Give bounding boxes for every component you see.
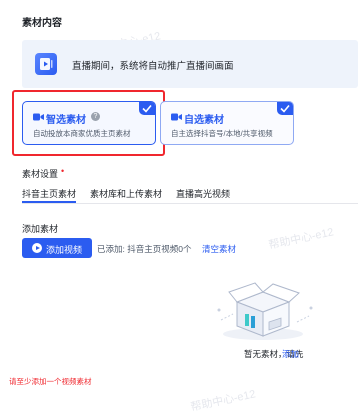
live-screen-icon	[35, 53, 57, 75]
live-banner: 直播期间，系统将自动推广直播间画面	[22, 40, 358, 88]
empty-state-add-link[interactable]: 添加	[282, 348, 299, 360]
card-title: 自选素材	[184, 115, 224, 126]
material-settings-label: 素材设置	[22, 169, 59, 179]
help-icon[interactable]: ?	[91, 112, 100, 121]
card-subtitle: 自动投放本商家优质主页素材	[33, 129, 131, 138]
video-camera-icon	[33, 113, 44, 121]
check-icon	[277, 102, 293, 115]
clear-materials-link[interactable]: 清空素材	[202, 243, 236, 255]
tab-live-highlights[interactable]: 直播高光视频	[176, 187, 230, 200]
tab-divider	[22, 203, 358, 204]
required-mark: •	[61, 166, 65, 176]
add-video-button-label: 添加视频	[46, 245, 83, 255]
card-title: 智选素材	[46, 115, 86, 126]
card-subtitle: 自主选择抖音号/本地/共享视频	[171, 129, 273, 138]
watermark: 帮助中心-e12	[267, 226, 335, 252]
play-icon	[32, 243, 42, 253]
empty-box-illustration	[217, 282, 313, 340]
section-title: 素材内容	[22, 18, 62, 29]
error-message: 请至少添加一个视频素材	[9, 377, 92, 386]
added-count-text: 已添加: 抖音主页视频0个	[97, 244, 192, 254]
watermark: 帮助中心-e12	[189, 388, 257, 414]
video-camera-icon	[171, 113, 182, 121]
check-icon	[139, 102, 155, 115]
banner-text: 直播期间，系统将自动推广直播间画面	[72, 61, 234, 72]
add-material-label: 添加素材	[22, 224, 59, 234]
active-tab-indicator	[22, 201, 76, 203]
smart-material-card[interactable]: 智选素材 ? 自动投放本商家优质主页素材	[22, 101, 156, 145]
add-video-button[interactable]: 添加视频	[22, 238, 92, 258]
custom-material-card[interactable]: 自选素材 自主选择抖音号/本地/共享视频	[160, 101, 294, 145]
tab-douyin-homepage[interactable]: 抖音主页素材	[22, 187, 76, 200]
tab-library-upload[interactable]: 素材库和上传素材	[90, 187, 162, 200]
